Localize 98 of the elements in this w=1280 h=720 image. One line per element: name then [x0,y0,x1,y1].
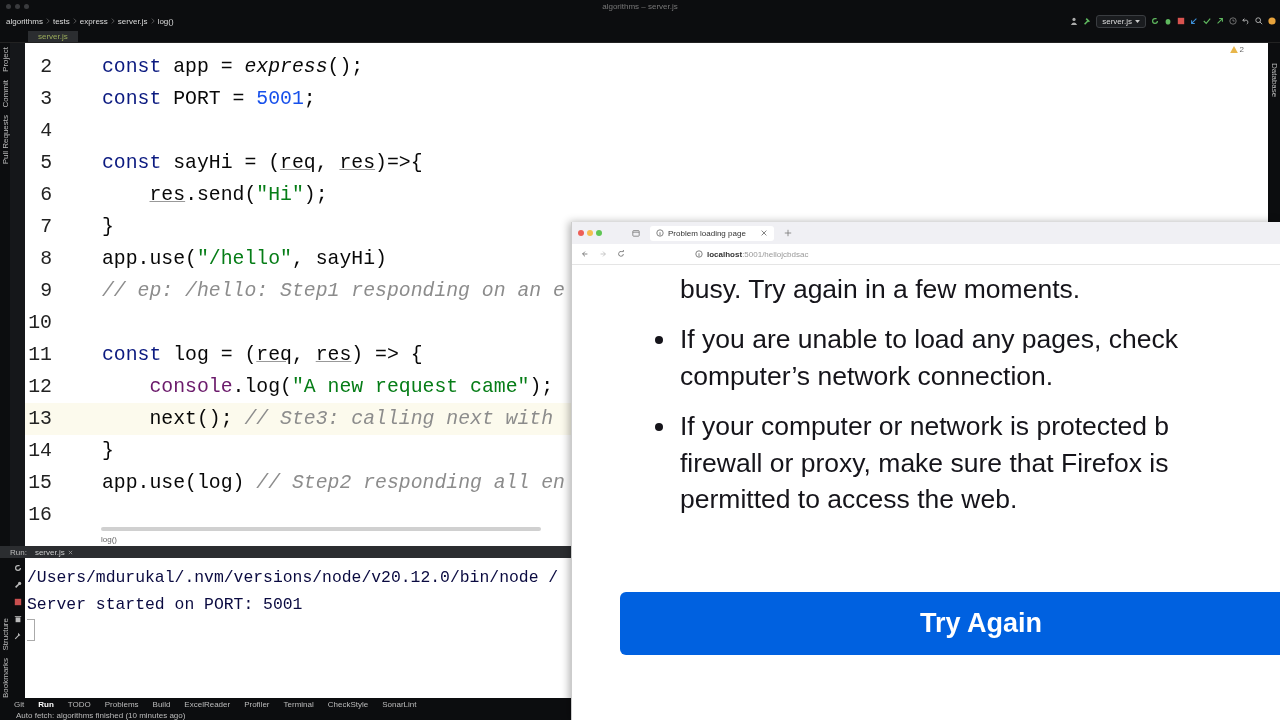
code-line: // ep: /hello: Step1 responding on an e [102,280,565,302]
line-number: 15 [27,472,52,494]
browser-tab[interactable]: Problem loading page [650,225,774,241]
warning-icon [1229,46,1238,53]
bullet-icon [655,423,663,431]
check-icon[interactable] [1203,17,1211,25]
bug-icon[interactable] [1164,17,1172,25]
line-number: 6 [39,184,52,206]
arrow-icon[interactable] [1190,17,1198,25]
close-icon[interactable] [578,230,584,236]
line-number: 11 [27,344,52,366]
clock-icon[interactable] [1229,17,1237,25]
line-number: 8 [39,248,52,270]
tool-window-tab[interactable]: Run [38,699,54,709]
tool-window-tab[interactable]: Terminal [283,699,314,709]
error-text: busy. Try again in a few moments. [680,273,1082,306]
chevron-icon [45,18,50,24]
code-line: } [102,216,114,238]
undo-icon[interactable] [1242,17,1250,25]
code-line: app.use("/hello", sayHi) [102,248,387,270]
arrow-icon[interactable] [1216,17,1224,25]
console-output: /Users/mdurukal/.nvm/versions/node/v20.12.0/bin/node / [27,567,560,589]
close-icon [760,229,768,237]
line-number: 5 [39,152,52,174]
tool-window-tab[interactable]: ExcelReader [184,699,231,709]
rerun-icon[interactable] [13,564,22,572]
panel-title: Run: [10,547,27,557]
status-message: Auto fetch: algorithms finished (10 minutes ago) [16,710,186,720]
tool-window-tab[interactable]: Problems [104,699,139,709]
line-number: 7 [39,216,52,238]
line-number: 12 [27,376,52,398]
error-text: If you are unable to load any pages, check computer’s network connection. [680,323,1178,393]
try-again-button[interactable]: Try Again [620,591,1280,655]
reload-icon[interactable] [617,250,625,258]
console-input-field[interactable] [27,619,35,641]
tool-window-tab[interactable]: Commit [0,79,10,108]
tool-window-tab[interactable]: SonarLint [382,699,417,709]
code-breadcrumb[interactable]: log() [101,535,117,544]
breadcrumb-item[interactable]: tests [52,16,70,26]
warning-count[interactable]: 2 [1239,45,1244,54]
chevron-icon [72,18,77,24]
line-number: 13 [27,408,52,430]
line-number: 14 [27,440,52,462]
breadcrumb-item[interactable]: express [79,16,108,26]
breadcrumb-item[interactable]: log() [157,16,174,26]
chevron-icon [150,18,155,24]
tool-window-tab[interactable]: CheckStyle [327,699,369,709]
console-output: Server started on PORT: 5001 [27,594,304,616]
code-line: const app = express(); [102,56,364,78]
update-icon[interactable] [1268,17,1276,25]
editor-tab[interactable]: server.js [28,31,78,42]
tool-window-tab[interactable]: Bookmarks [0,658,10,699]
caret-icon[interactable] [1135,19,1140,23]
code-line: const log = (req, res) => { [102,344,423,366]
search-icon[interactable] [1255,17,1263,25]
tool-window-tab[interactable]: Pull Requests [0,115,10,165]
code-line: next(); // Ste3: calling next with [149,408,554,430]
code-line: res.send("Hi"); [149,184,328,206]
tool-window-tab[interactable]: Profiler [244,699,270,709]
line-number: 3 [39,88,52,110]
scrollbar[interactable] [101,527,541,531]
tool-window-tab[interactable]: Build [152,699,171,709]
line-number: 16 [27,504,52,526]
tool-window-tab[interactable]: Structure [0,618,10,651]
close-icon [67,549,73,555]
line-number: 2 [39,56,52,78]
console-tab[interactable]: server.js [34,547,73,557]
info-icon [656,229,664,237]
user-icon[interactable] [1070,17,1079,25]
breadcrumb-item[interactable]: server.js [117,16,148,26]
breadcrumb-item[interactable]: algorithms [6,16,43,26]
tool-window-tab[interactable]: TODO [67,699,91,709]
pin-icon[interactable] [13,632,22,640]
address-bar[interactable]: localhost:5001/hellojcbdsac [695,249,809,259]
line-number: 4 [39,120,52,142]
trash-icon[interactable] [13,615,22,623]
code-line: app.use(log) // Step2 responding all en [102,472,565,494]
tool-window-tab[interactable]: Project [0,47,10,72]
stop-icon[interactable] [1177,17,1185,25]
chevron-icon [110,18,115,24]
tool-window-tab[interactable]: Git [14,699,25,709]
run-configuration-dropdown[interactable]: server.js [1096,14,1146,28]
window-title: algorithms – server.js [602,1,678,11]
line-number: 9 [39,280,52,302]
code-line: console.log("A new request came"); [149,376,554,398]
line-number: 10 [27,312,52,334]
rerun-icon[interactable] [1151,17,1159,25]
hammer-icon[interactable] [1083,17,1092,25]
info-icon [695,250,703,258]
code-line: const sayHi = (req, res)=>{ [102,152,423,174]
code-line: const PORT = 5001; [102,88,316,110]
wrench-icon[interactable] [13,581,22,589]
stop-icon[interactable] [13,598,22,606]
back-icon[interactable] [581,250,589,258]
error-text: If your computer or network is protected b firewall or proxy, make sure that Firefox is permitted to access the web. [680,410,1169,516]
code-line: } [102,440,114,462]
tool-window-tab[interactable]: Database [1269,63,1279,98]
bullet-icon [655,336,663,344]
